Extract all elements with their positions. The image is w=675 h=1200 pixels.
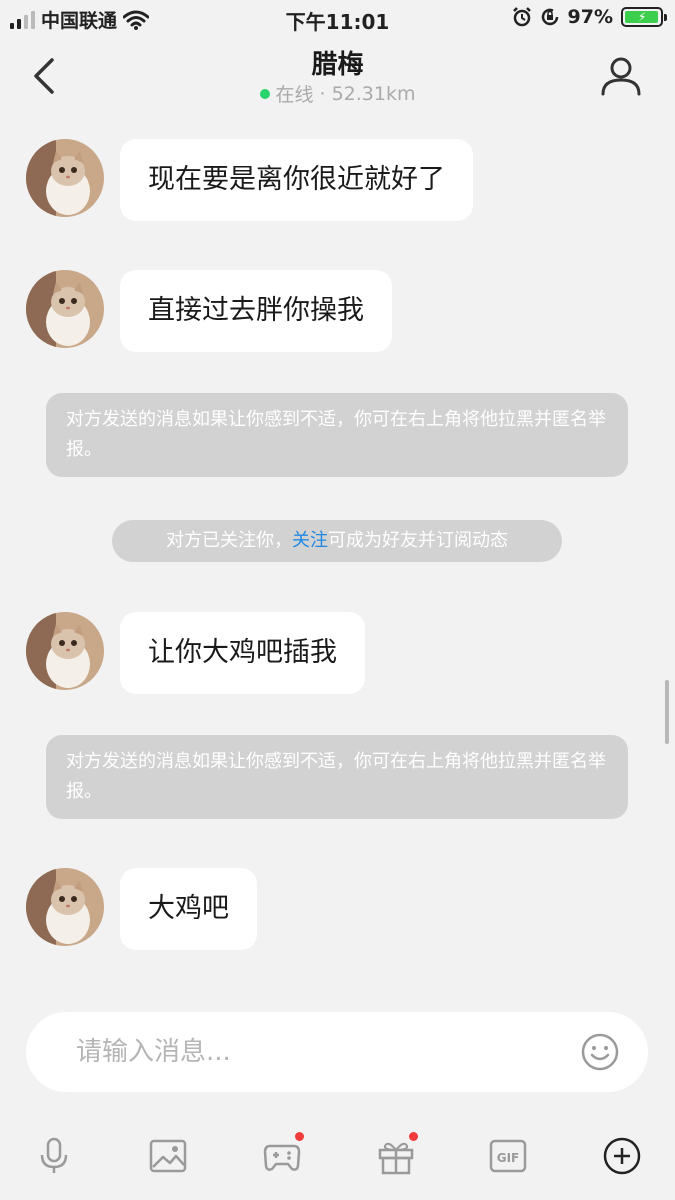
message-list[interactable]: 现在要是离你很近就好了 直接过去胖你操我 对方发送的消息如果让你感到不适，你可在… [0, 112, 675, 1012]
profile-icon[interactable] [599, 54, 643, 98]
message-bubble[interactable]: 让你大鸡吧插我 [120, 612, 365, 694]
composer-toolbar: GIF [0, 1124, 675, 1188]
message-bubble[interactable]: 现在要是离你很近就好了 [120, 139, 473, 221]
cat-avatar-icon [26, 270, 104, 348]
battery-percent: 97% [567, 6, 613, 28]
gift-icon[interactable] [376, 1136, 416, 1176]
message-bubble[interactable]: 大鸡吧 [120, 868, 257, 950]
safety-notice: 对方发送的消息如果让你感到不适，你可在右上角将他拉黑并匿名举报。 [46, 735, 628, 819]
avatar[interactable] [26, 612, 104, 690]
contact-name: 腊梅 [311, 50, 364, 80]
follow-link[interactable]: 关注 [292, 530, 328, 551]
battery-icon: ⚡ [621, 7, 667, 27]
microphone-icon[interactable] [34, 1136, 74, 1176]
follow-hint: 对方已关注你，关注可成为好友并订阅动态 [112, 520, 562, 562]
contact-status-line: 在线 · 52.31km [0, 80, 675, 107]
message-composer [26, 1012, 648, 1092]
cat-avatar-icon [26, 139, 104, 217]
notification-dot-icon [409, 1132, 418, 1141]
battery-fill: ⚡ [625, 11, 658, 23]
distance-label: 52.31km [331, 82, 416, 105]
image-icon[interactable] [148, 1136, 188, 1176]
notification-dot-icon [295, 1132, 304, 1141]
chat-header: 腊梅 在线 · 52.31km [0, 36, 675, 112]
avatar[interactable] [26, 139, 104, 217]
follow-hint-before: 对方已关注你， [166, 530, 292, 551]
online-dot-icon [259, 88, 270, 99]
svg-text:GIF: GIF [497, 1151, 520, 1165]
online-status: 在线 [275, 84, 314, 106]
scrollbar[interactable] [665, 680, 669, 744]
game-controller-icon[interactable] [262, 1136, 302, 1176]
cat-avatar-icon [26, 868, 104, 946]
message-input[interactable] [76, 1012, 556, 1092]
cat-avatar-icon [26, 612, 104, 690]
emoji-icon[interactable] [580, 1032, 620, 1072]
follow-hint-after: 可成为好友并订阅动态 [328, 530, 508, 551]
safety-notice: 对方发送的消息如果让你感到不适，你可在右上角将他拉黑并匿名举报。 [46, 393, 628, 477]
alarm-icon [512, 7, 531, 27]
gif-icon[interactable]: GIF [488, 1136, 528, 1176]
message-bubble[interactable]: 直接过去胖你操我 [120, 270, 392, 352]
avatar[interactable] [26, 270, 104, 348]
plus-icon[interactable] [602, 1136, 642, 1176]
status-right: 97% ⚡ [512, 6, 667, 28]
orientation-lock-icon [541, 8, 558, 26]
status-separator: · [319, 82, 326, 105]
status-bar: 中国联通 下午11:01 97% ⚡ [0, 0, 675, 36]
avatar[interactable] [26, 868, 104, 946]
